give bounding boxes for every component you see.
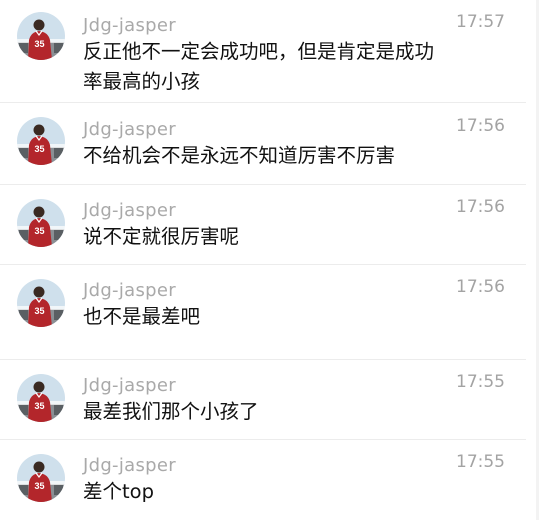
timestamp: 17:56 [456,116,505,136]
list-item[interactable]: 35 Jdg-jasper 17:56 不给机会不是永远不知道厉害不厉害 [0,103,540,185]
sender-name: Jdg-jasper [83,375,176,396]
player-avatar-icon: 35 [17,374,65,422]
avatar[interactable]: 35 [17,117,65,165]
svg-text:35: 35 [34,401,44,411]
list-item[interactable]: 35 Jdg-jasper 17:55 差个top [0,440,540,520]
svg-text:35: 35 [34,306,44,316]
svg-text:35: 35 [34,39,44,49]
list-item[interactable]: 35 Jdg-jasper 17:55 最差我们那个小孩了 [0,360,540,440]
player-avatar-icon: 35 [17,117,65,165]
list-item[interactable]: 35 Jdg-jasper 17:56 说不定就很厉害呢 [0,185,540,265]
sender-name: Jdg-jasper [83,280,176,301]
scrollbar[interactable] [536,0,539,520]
sender-name: Jdg-jasper [83,455,176,476]
sender-name: Jdg-jasper [83,15,176,36]
player-avatar-icon: 35 [17,454,65,502]
message-text: 不给机会不是永远不知道厉害不厉害 [83,144,396,167]
avatar[interactable]: 35 [17,12,65,60]
timestamp: 17:56 [456,197,505,217]
message-text: 也不是最差吧 [83,305,201,328]
avatar[interactable]: 35 [17,199,65,247]
avatar[interactable]: 35 [17,454,65,502]
svg-text:35: 35 [34,481,44,491]
svg-text:35: 35 [34,226,44,236]
player-avatar-icon: 35 [17,199,65,247]
timestamp: 17:55 [456,452,505,472]
player-avatar-icon: 35 [17,279,65,327]
message-text: 最差我们那个小孩了 [83,400,259,423]
list-item[interactable]: 35 Jdg-jasper 17:56 也不是最差吧 [0,265,540,360]
message-text: 差个top [83,480,154,503]
avatar[interactable]: 35 [17,374,65,422]
svg-text:35: 35 [34,144,44,154]
message-list: 35 Jdg-jasper 17:57 反正他不一定会成功吧，但是肯定是成功率最… [0,0,540,520]
message-text: 反正他不一定会成功吧，但是肯定是成功率最高的小孩 [83,40,435,93]
timestamp: 17:57 [456,12,505,32]
player-avatar-icon: 35 [17,12,65,60]
timestamp: 17:56 [456,277,505,297]
message-text: 说不定就很厉害呢 [83,225,240,248]
avatar[interactable]: 35 [17,279,65,327]
sender-name: Jdg-jasper [83,119,176,140]
list-item[interactable]: 35 Jdg-jasper 17:57 反正他不一定会成功吧，但是肯定是成功率最… [0,0,540,103]
sender-name: Jdg-jasper [83,200,176,221]
timestamp: 17:55 [456,372,505,392]
